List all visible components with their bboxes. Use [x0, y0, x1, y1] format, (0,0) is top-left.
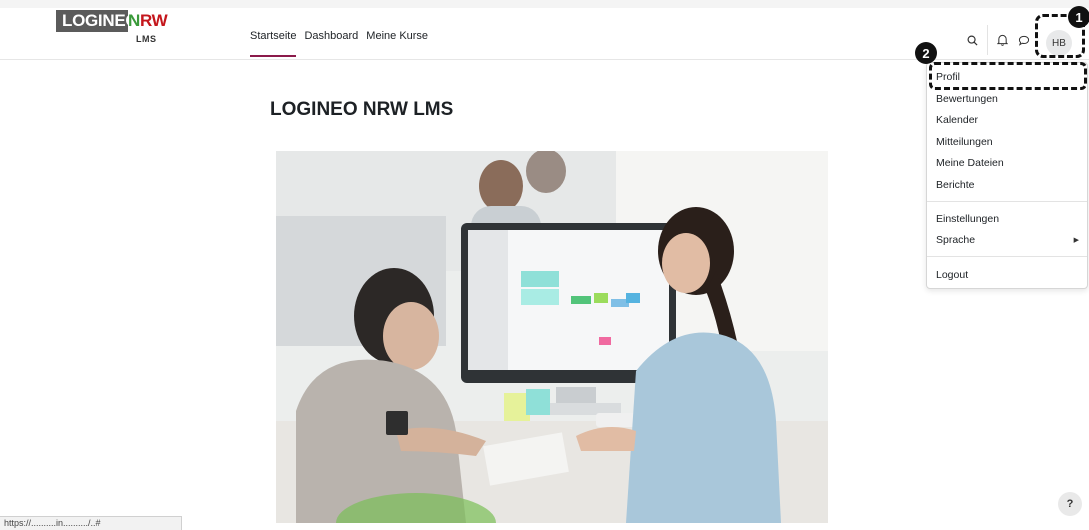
menu-item-berichte[interactable]: Berichte [936, 179, 975, 191]
chat-icon[interactable] [1016, 32, 1032, 48]
callout-highlight-profil [929, 62, 1087, 90]
menu-item-einstellungen[interactable]: Einstellungen [936, 213, 999, 225]
menu-divider [927, 201, 1087, 202]
menu-item-meine-dateien[interactable]: Meine Dateien [936, 157, 1004, 169]
nav-startseite[interactable]: Startseite [250, 28, 297, 57]
logineo-logo[interactable]: LOGINEO NRW LMS [56, 10, 168, 46]
hero-image [276, 151, 828, 523]
menu-item-logout[interactable]: Logout [936, 269, 968, 281]
chevron-right-icon: ▶ [1073, 237, 1079, 244]
hero-illustration [276, 151, 828, 523]
search-icon[interactable] [964, 32, 980, 48]
nav-dashboard[interactable]: Dashboard [304, 28, 358, 60]
navbar-divider [987, 25, 988, 55]
nav-meine-kurse[interactable]: Meine Kurse [366, 28, 428, 60]
menu-item-mitteilungen[interactable]: Mitteilungen [936, 136, 993, 148]
page-title: LOGINEO NRW LMS [270, 99, 454, 120]
user-menu-dropdown: Profil Bewertungen Kalender Mitteilungen… [926, 62, 1088, 289]
logo-subtitle: LMS [136, 34, 157, 44]
menu-item-kalender[interactable]: Kalender [936, 114, 978, 126]
help-button[interactable]: ? [1058, 492, 1082, 516]
logo-text-logineo: LOGINEO [62, 11, 139, 30]
bell-icon[interactable] [994, 32, 1010, 48]
primary-navigation: Startseite Dashboard Meine Kurse [250, 28, 436, 60]
menu-divider [927, 256, 1087, 257]
callout-badge-1: 1 [1068, 6, 1089, 28]
menu-item-bewertungen[interactable]: Bewertungen [936, 93, 998, 105]
page: LOGINEO NRW LMS Startseite Dashboard Mei… [0, 0, 1089, 530]
logo-text-nrw: NRW [128, 11, 168, 30]
callout-badge-2: 2 [915, 42, 937, 64]
browser-status-url: https://..........in........../..# [0, 516, 182, 530]
menu-item-sprache[interactable]: Sprache [936, 234, 975, 246]
